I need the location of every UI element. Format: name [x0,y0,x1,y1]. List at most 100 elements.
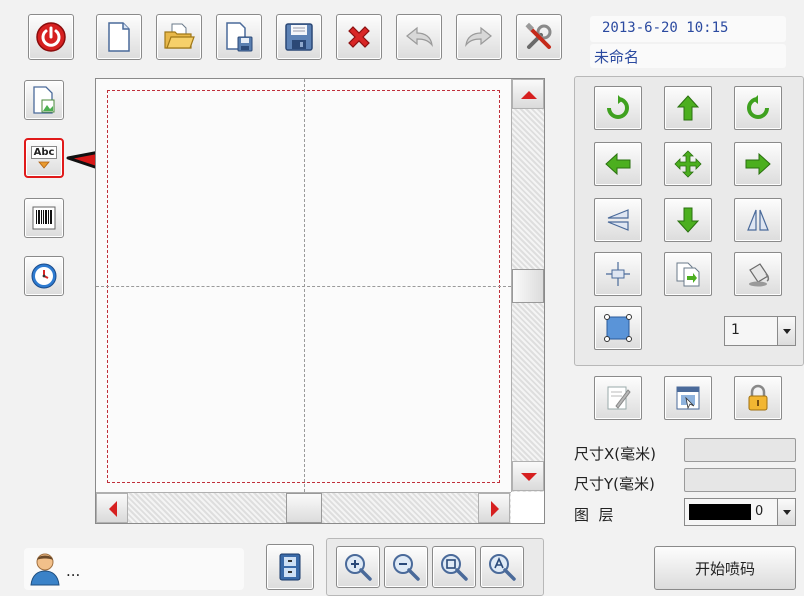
zoom-fit-icon [441,554,468,581]
arrow-down-icon [676,207,700,233]
zoom-actual-button[interactable] [480,546,524,588]
layer-label: 图 层 [574,506,614,524]
file-name-display: 未命名 [590,44,786,68]
file-cabinet-icon [279,553,301,581]
vertical-scroll-thumb[interactable] [512,269,544,303]
new-file-icon [108,22,130,52]
preview-window-icon [676,386,700,410]
save-as-button[interactable] [216,14,262,60]
power-icon [36,22,66,52]
start-printing-label: 开始喷码 [694,559,755,578]
insert-text-button[interactable]: Abc [24,138,64,178]
user-text: ... [66,562,81,580]
save-as-icon [226,22,253,52]
tools-button[interactable] [516,14,562,60]
scroll-up-button[interactable] [512,79,544,109]
image-file-icon [33,86,55,114]
open-folder-icon [164,23,195,49]
insert-datetime-button[interactable] [24,256,64,296]
redo-button[interactable] [456,14,502,60]
arrow-left-icon [605,152,631,176]
size-x-label: 尺寸X(毫米) [574,445,656,463]
new-file-button[interactable] [96,14,142,60]
zoom-out-button[interactable] [384,546,428,588]
size-x-field[interactable] [684,438,796,462]
dropdown-arrow-icon [783,329,791,334]
preview-button[interactable] [664,376,712,420]
dropdown-arrow-icon [783,510,791,515]
step-select-value: 1 [731,322,740,338]
zoom-in-icon [345,554,372,581]
insert-image-button[interactable] [24,80,64,120]
layer-select[interactable]: 0 [684,498,796,526]
arrow-up-icon [521,91,537,99]
size-y-label: 尺寸Y(毫米) [574,475,655,493]
abc-label: Abc [30,146,58,159]
file-cabinet-button[interactable] [266,544,314,590]
arrow-down-icon [521,473,537,481]
move-up-button[interactable] [664,86,712,130]
vertical-scrollbar[interactable] [511,79,544,492]
flip-vertical-button[interactable] [594,198,642,242]
arrow-left-icon [109,501,117,517]
move-cross-icon [674,150,702,178]
edit-document-icon [607,386,631,410]
insert-barcode-button[interactable] [24,198,64,238]
tools-icon [525,22,552,49]
layer-color-swatch [689,504,751,520]
step-select-arrow[interactable] [777,317,795,345]
move-left-button[interactable] [594,142,642,186]
select-frame-button[interactable] [594,306,642,350]
power-button[interactable] [28,14,74,60]
move-down-button[interactable] [664,198,712,242]
zoom-fit-button[interactable] [432,546,476,588]
copy-icon [676,262,700,287]
rotate-cw-button[interactable] [734,86,782,130]
zoom-out-icon [393,554,420,581]
center-guide-horizontal [96,286,511,287]
save-button[interactable] [276,14,322,60]
scroll-down-button[interactable] [512,461,544,491]
rotate-ccw-icon [607,95,629,119]
zoom-in-button[interactable] [336,546,380,588]
align-center-icon [606,262,630,286]
delete-button[interactable] [336,14,382,60]
datetime-display: 2013-6-20 10:15 [590,16,786,42]
edit-button[interactable] [594,376,642,420]
move-center-button[interactable] [664,142,712,186]
size-y-field[interactable] [684,468,796,492]
abc-text-icon: Abc [30,144,58,172]
move-right-button[interactable] [734,142,782,186]
lock-button[interactable] [734,376,782,420]
datetime-text: 2013-6-20 10:15 [602,20,729,36]
align-center-button[interactable] [594,252,642,296]
canvas-drawing-area[interactable] [96,79,511,492]
rotate-cw-icon [747,95,769,119]
flip-vertical-icon [607,209,629,231]
layer-value: 0 [755,504,764,519]
scroll-left-button[interactable] [96,493,128,523]
design-canvas[interactable] [95,78,545,524]
user-status-bar: ... [24,548,244,590]
step-select[interactable]: 1 [724,316,796,346]
rotate-ccw-button[interactable] [594,86,642,130]
delete-icon [348,26,370,48]
clock-icon [31,263,57,289]
layer-select-arrow[interactable] [777,499,795,525]
start-printing-button[interactable]: 开始喷码 [654,546,796,590]
zoom-actual-icon [489,554,516,581]
save-icon [285,23,313,51]
barcode-icon [32,206,56,230]
flip-horizontal-icon [747,209,769,231]
horizontal-scroll-thumb[interactable] [286,493,322,523]
undo-button[interactable] [396,14,442,60]
scroll-right-button[interactable] [478,493,510,523]
fill-button[interactable] [734,252,782,296]
flip-horizontal-button[interactable] [734,198,782,242]
file-name-text: 未命名 [594,48,640,66]
copy-object-button[interactable] [664,252,712,296]
select-frame-icon [604,314,632,342]
horizontal-scrollbar[interactable] [96,492,511,523]
open-file-button[interactable] [156,14,202,60]
lock-icon [748,384,768,411]
